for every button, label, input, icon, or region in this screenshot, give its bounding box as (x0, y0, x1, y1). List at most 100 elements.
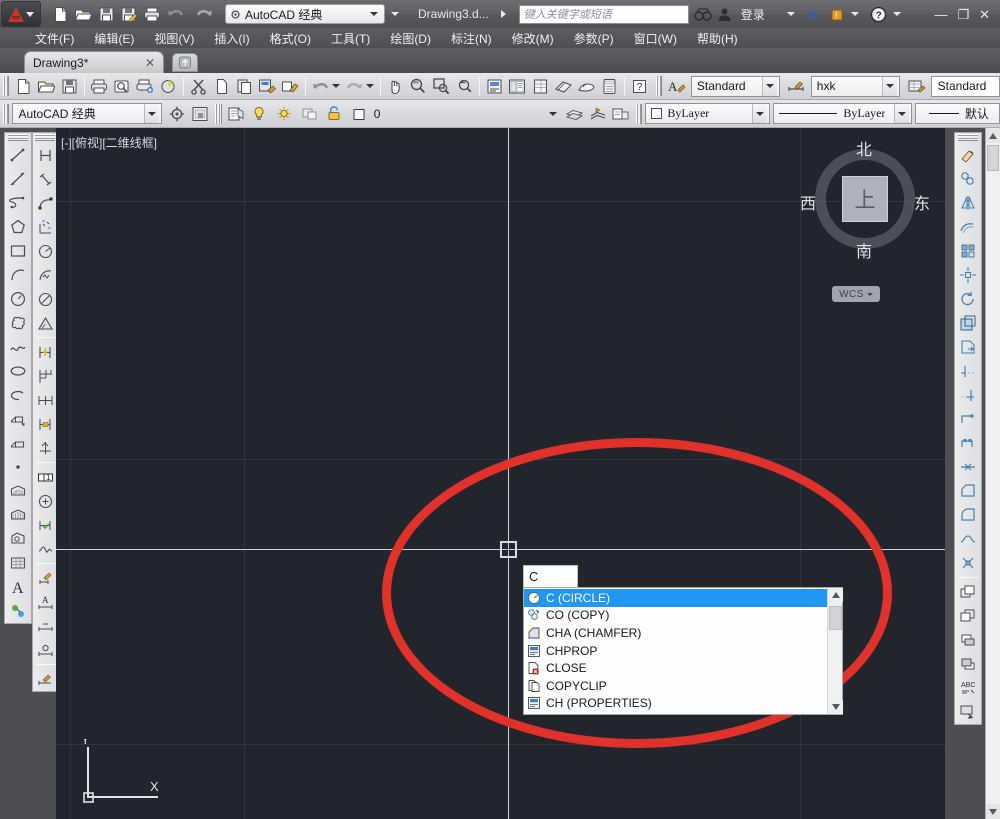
tolerance-icon[interactable]: 1 (33, 465, 57, 489)
erase-icon[interactable] (956, 143, 980, 167)
canvas-vertical-scrollbar[interactable] (985, 128, 1000, 819)
help-icon[interactable]: ? (868, 3, 890, 25)
autocomplete-scrollbar[interactable] (827, 588, 842, 714)
search-icon[interactable] (692, 3, 714, 25)
workspaces-toolbar-grip[interactable] (3, 104, 9, 124)
stretch-icon[interactable] (956, 335, 980, 359)
zoom-realtime-icon[interactable] (407, 75, 430, 98)
undo-dropdown-icon[interactable] (332, 75, 343, 98)
break-at-point-icon[interactable] (956, 407, 980, 431)
view-cube-north-label[interactable]: 北 (856, 136, 872, 160)
save-icon[interactable] (58, 75, 81, 98)
plot-icon[interactable] (141, 3, 163, 25)
maximize-button[interactable]: ❐ (957, 8, 969, 21)
text-style-toolbar-grip[interactable] (656, 76, 662, 96)
user-icon[interactable] (714, 3, 736, 25)
rectangle-icon[interactable] (6, 239, 30, 263)
pan-icon[interactable] (384, 75, 407, 98)
view-cube[interactable]: 上 北 南 西 东 (806, 140, 924, 258)
notification-icon[interactable]: ! (826, 3, 848, 25)
spline-icon[interactable] (6, 335, 30, 359)
plot-preview-icon[interactable] (111, 75, 134, 98)
markup-manager-icon[interactable] (575, 75, 598, 98)
text-style-combo[interactable]: Standard (691, 76, 780, 97)
application-menu-button[interactable] (1, 1, 41, 27)
lineweight-combo[interactable]: 默认 (915, 103, 1000, 124)
properties-palette-icon[interactable] (483, 75, 506, 98)
properties-toolbar-grip[interactable] (636, 104, 642, 124)
join-icon[interactable] (956, 455, 980, 479)
dimension-text-edit-icon[interactable]: A (33, 590, 57, 614)
quickcalc-icon[interactable] (598, 75, 621, 98)
menu-item-edit[interactable]: 编辑(E) (85, 28, 143, 49)
toolbar-grip[interactable] (3, 76, 9, 96)
help-chevron-icon[interactable] (893, 12, 901, 16)
draworder-front-icon[interactable] (956, 580, 980, 604)
rotate-icon[interactable] (956, 287, 980, 311)
viewport-label[interactable]: [-][俯视][二维线框] (61, 134, 157, 151)
chevron-down-icon[interactable] (894, 104, 909, 123)
minimize-button[interactable]: — (934, 8, 947, 21)
qat-overflow-icon[interactable] (391, 12, 399, 16)
arc-length-dimension-icon[interactable] (33, 191, 57, 215)
draworder-annotation-icon[interactable]: ABC (956, 676, 980, 700)
sign-in-chevron-icon[interactable] (787, 12, 795, 16)
workspace-combo[interactable]: AutoCAD 经典 (12, 103, 162, 124)
matchprop-icon[interactable] (279, 75, 302, 98)
saveas-icon[interactable] (118, 3, 140, 25)
command-autocomplete-panel[interactable]: C (CIRCLE) CO (COPY) CHA (CHAMFER) CHPRO… (523, 587, 843, 715)
designcenter-icon[interactable] (506, 75, 529, 98)
paste-icon[interactable] (233, 75, 256, 98)
menu-item-tools[interactable]: 工具(T) (322, 28, 379, 49)
mirror-icon[interactable] (956, 191, 980, 215)
jogged-linear-icon[interactable] (33, 537, 57, 561)
chamfer-icon[interactable] (956, 479, 980, 503)
scroll-down-icon[interactable] (986, 804, 1000, 819)
draworder-back-icon[interactable] (956, 604, 980, 628)
close-icon[interactable]: ✕ (145, 56, 155, 70)
inspection-dimension-icon[interactable] (33, 513, 57, 537)
layer-on-off-icon[interactable] (248, 102, 271, 125)
linear-dimension-icon[interactable] (33, 143, 57, 167)
move-icon[interactable] (956, 263, 980, 287)
scrollbar-thumb[interactable] (987, 145, 999, 171)
toolbar-lock-icon[interactable] (188, 102, 211, 125)
document-menu-icon[interactable] (501, 10, 506, 18)
view-cube-west-label[interactable]: 西 (800, 190, 816, 214)
undo-icon[interactable] (309, 75, 332, 98)
menu-item-file[interactable]: 文件(F) (26, 28, 83, 49)
dimension-break-icon[interactable] (33, 436, 57, 460)
menu-item-parametric[interactable]: 参数(P) (565, 28, 623, 49)
menu-item-insert[interactable]: 插入(I) (205, 28, 258, 49)
menu-item-modify[interactable]: 修改(M) (503, 28, 563, 49)
drawing-canvas[interactable]: [-][俯视][二维线框] 上 北 南 西 东 WCS C (56, 128, 945, 819)
tool-palettes-icon[interactable] (529, 75, 552, 98)
autocomplete-item-properties[interactable]: CH (PROPERTIES) (524, 695, 827, 713)
center-mark-icon[interactable] (33, 489, 57, 513)
explode-icon[interactable] (956, 551, 980, 575)
redo-dropdown-icon[interactable] (366, 75, 377, 98)
ordinate-dimension-icon[interactable] (33, 215, 57, 239)
view-cube-top-face[interactable]: 上 (842, 176, 888, 222)
point-icon[interactable] (6, 455, 30, 479)
workspace-switcher[interactable]: AutoCAD 经典 (225, 4, 385, 24)
zoom-previous-icon[interactable] (453, 75, 476, 98)
ucs-selector[interactable]: WCS (832, 286, 880, 302)
layer-color-swatch[interactable] (348, 102, 371, 125)
text-style-icon[interactable]: A (665, 75, 688, 98)
dimension-update-icon[interactable] (33, 614, 57, 638)
redo-icon[interactable] (193, 3, 215, 25)
jogged-dimension-icon[interactable] (33, 263, 57, 287)
diameter-dimension-icon[interactable] (33, 287, 57, 311)
undo-icon[interactable] (164, 3, 186, 25)
search-input[interactable]: 键入关键字或短语 (519, 5, 689, 24)
scroll-up-icon[interactable] (828, 588, 843, 602)
angular-dimension-icon[interactable] (33, 311, 57, 335)
continue-dimension-icon[interactable] (33, 388, 57, 412)
menu-item-window[interactable]: 窗口(W) (625, 28, 686, 49)
offset-icon[interactable] (956, 215, 980, 239)
redo-icon[interactable] (343, 75, 366, 98)
dim-style-combo[interactable]: hxk (811, 76, 900, 97)
arc-icon[interactable] (6, 263, 30, 287)
copy-object-icon[interactable] (956, 167, 980, 191)
